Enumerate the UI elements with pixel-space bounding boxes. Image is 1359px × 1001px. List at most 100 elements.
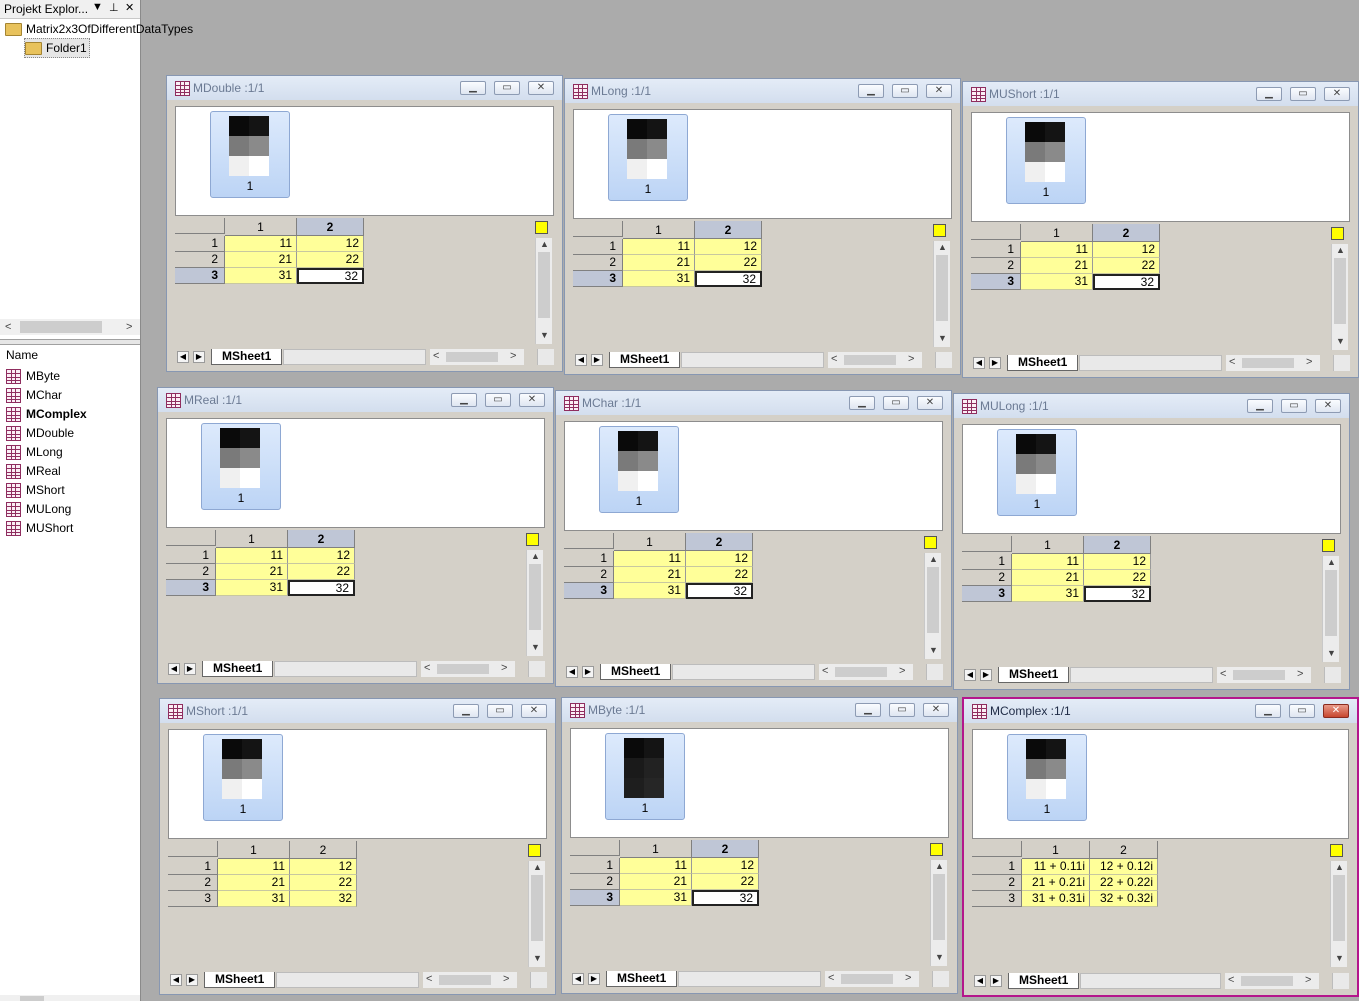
resize-grip-icon[interactable] bbox=[528, 661, 545, 677]
row-header[interactable]: 2 bbox=[962, 570, 1012, 586]
data-cell[interactable]: 11 bbox=[1021, 242, 1093, 258]
tab-next-icon[interactable]: ▶ bbox=[989, 357, 1001, 369]
window-titlebar[interactable]: MDouble :1/1 ▁ ▭ ✕ bbox=[167, 76, 562, 100]
scroll-down-icon[interactable]: ▼ bbox=[1335, 953, 1344, 963]
data-cell[interactable]: 22 bbox=[686, 567, 753, 583]
scroll-up-icon[interactable]: ▲ bbox=[1335, 862, 1344, 872]
tab-next-icon[interactable]: ▶ bbox=[990, 975, 1002, 987]
row-header[interactable]: 1 bbox=[971, 242, 1021, 258]
data-cell[interactable]: 32 bbox=[686, 583, 753, 599]
data-cell[interactable]: 21 bbox=[1012, 570, 1084, 586]
list-item[interactable]: MUShort bbox=[6, 519, 73, 538]
data-cell[interactable]: 21 + 0.21i bbox=[1022, 875, 1090, 891]
scroll-left-icon[interactable]: < bbox=[424, 662, 430, 674]
matrix-window[interactable]: MLong :1/1 ▁ ▭ ✕ 1 1 2 1 11 12 2 21 22 3 31 32 ▲ ▼ ◀ ▶ MShee… bbox=[564, 78, 961, 375]
row-header[interactable]: 3 bbox=[971, 274, 1021, 290]
column-header[interactable]: 1 bbox=[623, 221, 695, 239]
matrix-window[interactable]: MByte :1/1 ▁ ▭ ✕ 1 1 2 1 11 12 2 21 22 3 31 32 ▲ ▼ ◀ ▶ MShee… bbox=[561, 697, 958, 994]
tab-next-icon[interactable]: ▶ bbox=[980, 669, 992, 681]
tab-prev-icon[interactable]: ◀ bbox=[168, 663, 180, 675]
scroll-up-icon[interactable]: ▲ bbox=[531, 551, 540, 561]
vertical-scrollbar[interactable]: ▲ ▼ bbox=[933, 241, 950, 347]
resize-grip-icon[interactable] bbox=[1333, 355, 1350, 371]
maximize-button[interactable]: ▭ bbox=[1290, 87, 1316, 101]
matrix-window[interactable]: MUShort :1/1 ▁ ▭ ✕ 1 1 2 1 11 12 2 21 22 3 31 32 ▲ ▼ ◀ ▶ MSh… bbox=[962, 81, 1359, 378]
sheet-tab[interactable]: MSheet1 bbox=[204, 972, 276, 988]
scroll-down-icon[interactable]: ▼ bbox=[938, 333, 947, 343]
row-header[interactable]: 2 bbox=[573, 255, 623, 271]
horizontal-scrollbar[interactable]: < > bbox=[819, 664, 913, 680]
resize-grip-icon[interactable] bbox=[926, 664, 943, 680]
scroll-left-icon[interactable]: < bbox=[1228, 974, 1234, 986]
scroll-up-icon[interactable]: ▲ bbox=[935, 861, 944, 871]
column-header[interactable]: 2 bbox=[686, 533, 753, 551]
row-header[interactable]: 1 bbox=[573, 239, 623, 255]
close-button[interactable]: ✕ bbox=[1315, 399, 1341, 413]
data-cell[interactable]: 21 bbox=[614, 567, 686, 583]
dropdown-icon[interactable]: ▼ bbox=[92, 1, 103, 13]
data-cell[interactable]: 21 bbox=[620, 874, 692, 890]
row-header[interactable]: 2 bbox=[972, 875, 1022, 891]
minimize-button[interactable]: ▁ bbox=[460, 81, 486, 95]
scroll-up-icon[interactable]: ▲ bbox=[533, 862, 542, 872]
column-header[interactable]: 2 bbox=[695, 221, 762, 239]
row-header[interactable]: 2 bbox=[175, 252, 225, 268]
tab-prev-icon[interactable]: ◀ bbox=[572, 973, 584, 985]
row-header[interactable]: 1 bbox=[166, 548, 216, 564]
row-header[interactable]: 3 bbox=[168, 891, 218, 907]
panel-splitter[interactable] bbox=[0, 339, 140, 345]
data-cell[interactable]: 11 bbox=[1012, 554, 1084, 570]
tab-prev-icon[interactable]: ◀ bbox=[964, 669, 976, 681]
row-header[interactable]: 3 bbox=[166, 580, 216, 596]
scrollbar-thumb[interactable] bbox=[531, 875, 543, 941]
row-header[interactable]: 3 bbox=[962, 586, 1012, 602]
scroll-right-icon[interactable]: > bbox=[1306, 356, 1312, 368]
matrix-thumbnail[interactable]: 1 bbox=[599, 426, 679, 513]
data-cell[interactable]: 12 bbox=[297, 236, 364, 252]
tab-prev-icon[interactable]: ◀ bbox=[575, 354, 587, 366]
horizontal-scrollbar[interactable]: < > bbox=[1225, 973, 1319, 989]
maximize-button[interactable]: ▭ bbox=[892, 84, 918, 98]
matrix-window[interactable]: MReal :1/1 ▁ ▭ ✕ 1 1 2 1 11 12 2 21 22 3 31 32 ▲ ▼ ◀ ▶ MShee… bbox=[157, 387, 554, 684]
data-cell[interactable]: 31 bbox=[623, 271, 695, 287]
data-cell[interactable]: 21 bbox=[225, 252, 297, 268]
data-mode-icon[interactable] bbox=[933, 224, 946, 237]
scrollbar-thumb[interactable] bbox=[1334, 258, 1346, 324]
sheet-tab[interactable]: MSheet1 bbox=[1008, 973, 1080, 989]
row-header[interactable]: 1 bbox=[564, 551, 614, 567]
sheet-tab[interactable]: MSheet1 bbox=[606, 971, 678, 987]
data-cell[interactable]: 22 bbox=[297, 252, 364, 268]
vertical-scrollbar[interactable]: ▲ ▼ bbox=[924, 553, 941, 659]
vertical-scrollbar[interactable]: ▲ ▼ bbox=[1322, 556, 1339, 662]
vertical-scrollbar[interactable]: ▲ ▼ bbox=[1331, 244, 1348, 350]
list-item[interactable]: MDouble bbox=[6, 424, 74, 443]
resize-grip-icon[interactable] bbox=[1324, 667, 1341, 683]
scroll-left-icon[interactable]: < bbox=[5, 321, 11, 333]
data-cell[interactable]: 32 bbox=[297, 268, 364, 284]
data-cell[interactable]: 31 bbox=[620, 890, 692, 906]
scrollbar-thumb[interactable] bbox=[1333, 875, 1345, 941]
scroll-down-icon[interactable]: ▼ bbox=[929, 645, 938, 655]
resize-grip-icon[interactable] bbox=[932, 971, 949, 987]
window-titlebar[interactable]: MULong :1/1 ▁ ▭ ✕ bbox=[954, 394, 1349, 418]
data-cell[interactable]: 21 bbox=[623, 255, 695, 271]
scroll-left-icon[interactable]: < bbox=[831, 353, 837, 365]
row-header[interactable]: 1 bbox=[175, 236, 225, 252]
scrollbar-thumb[interactable] bbox=[1325, 570, 1337, 636]
data-cell[interactable]: 11 bbox=[225, 236, 297, 252]
data-cell[interactable]: 12 bbox=[692, 858, 759, 874]
data-cell[interactable]: 22 bbox=[1093, 258, 1160, 274]
scrollbar-thumb[interactable] bbox=[538, 252, 550, 318]
column-header[interactable]: 2 bbox=[290, 841, 357, 859]
data-cell[interactable]: 22 bbox=[1084, 570, 1151, 586]
grid-corner[interactable] bbox=[573, 221, 623, 237]
data-cell[interactable]: 11 bbox=[623, 239, 695, 255]
column-header[interactable]: 2 bbox=[288, 530, 355, 548]
list-item[interactable]: MComplex bbox=[6, 405, 87, 424]
scrollbar-thumb[interactable] bbox=[529, 564, 541, 630]
window-titlebar[interactable]: MByte :1/1 ▁ ▭ ✕ bbox=[562, 698, 957, 722]
scrollbar-thumb[interactable] bbox=[927, 567, 939, 633]
row-header[interactable]: 3 bbox=[573, 271, 623, 287]
scroll-right-icon[interactable]: > bbox=[503, 973, 509, 985]
matrix-thumbnail[interactable]: 1 bbox=[210, 111, 290, 198]
